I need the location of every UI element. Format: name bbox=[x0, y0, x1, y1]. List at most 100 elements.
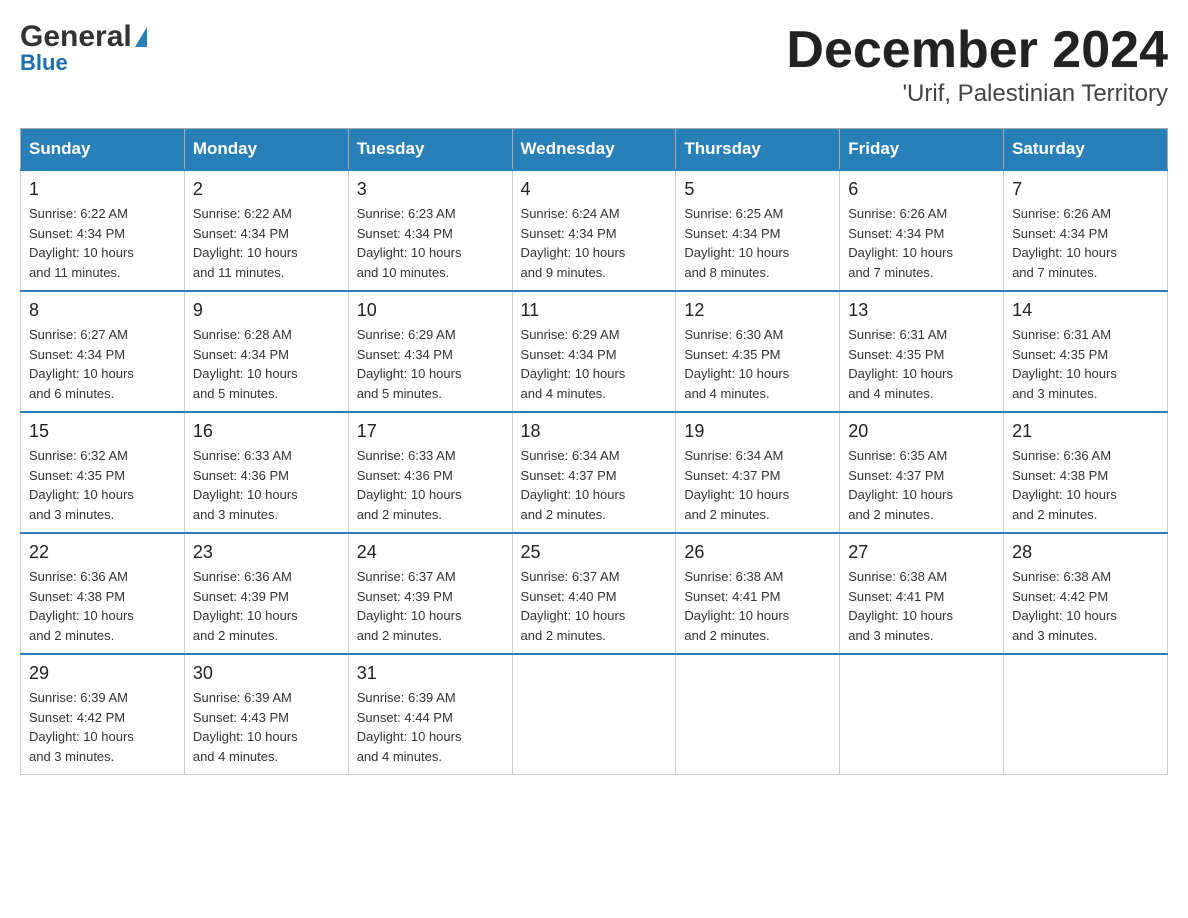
day-info: Sunrise: 6:27 AMSunset: 4:34 PMDaylight:… bbox=[29, 325, 176, 403]
calendar-cell: 24 Sunrise: 6:37 AMSunset: 4:39 PMDayligh… bbox=[348, 533, 512, 654]
calendar-cell: 27 Sunrise: 6:38 AMSunset: 4:41 PMDayligh… bbox=[840, 533, 1004, 654]
calendar-cell: 13 Sunrise: 6:31 AMSunset: 4:35 PMDayligh… bbox=[840, 291, 1004, 412]
day-number: 27 bbox=[848, 542, 995, 563]
day-number: 21 bbox=[1012, 421, 1159, 442]
day-info: Sunrise: 6:25 AMSunset: 4:34 PMDaylight:… bbox=[684, 204, 831, 282]
calendar-cell: 15Sunrise: 6:32 AMSunset: 4:35 PMDayligh… bbox=[21, 412, 185, 533]
week-row-2: 8 Sunrise: 6:27 AMSunset: 4:34 PMDaylight… bbox=[21, 291, 1168, 412]
day-info: Sunrise: 6:33 AMSunset: 4:36 PMDaylight:… bbox=[193, 446, 340, 524]
day-number: 1 bbox=[29, 179, 176, 200]
calendar-cell: 2 Sunrise: 6:22 AMSunset: 4:34 PMDaylight… bbox=[184, 170, 348, 291]
logo-general-text: General bbox=[20, 20, 132, 54]
day-number: 7 bbox=[1012, 179, 1159, 200]
day-number: 20 bbox=[848, 421, 995, 442]
calendar-cell: 31 Sunrise: 6:39 AMSunset: 4:44 PMDayligh… bbox=[348, 654, 512, 775]
calendar-cell: 17 Sunrise: 6:33 AMSunset: 4:36 PMDayligh… bbox=[348, 412, 512, 533]
day-number: 16 bbox=[193, 421, 340, 442]
day-info: Sunrise: 6:34 AMSunset: 4:37 PMDaylight:… bbox=[684, 446, 831, 524]
calendar-cell: 22 Sunrise: 6:36 AMSunset: 4:38 PMDayligh… bbox=[21, 533, 185, 654]
calendar-cell: 9 Sunrise: 6:28 AMSunset: 4:34 PMDaylight… bbox=[184, 291, 348, 412]
day-info: Sunrise: 6:34 AMSunset: 4:37 PMDaylight:… bbox=[521, 446, 668, 524]
day-info: Sunrise: 6:30 AMSunset: 4:35 PMDaylight:… bbox=[684, 325, 831, 403]
weekday-header-sunday: Sunday bbox=[21, 129, 185, 171]
day-info: Sunrise: 6:29 AMSunset: 4:34 PMDaylight:… bbox=[521, 325, 668, 403]
day-info: Sunrise: 6:36 AMSunset: 4:39 PMDaylight:… bbox=[193, 567, 340, 645]
day-number: 18 bbox=[521, 421, 668, 442]
location-title: 'Urif, Palestinian Territory bbox=[786, 80, 1168, 108]
calendar-cell: 6 Sunrise: 6:26 AMSunset: 4:34 PMDaylight… bbox=[840, 170, 1004, 291]
day-info: Sunrise: 6:36 AMSunset: 4:38 PMDaylight:… bbox=[29, 567, 176, 645]
calendar-cell bbox=[840, 654, 1004, 775]
calendar-cell: 4 Sunrise: 6:24 AMSunset: 4:34 PMDaylight… bbox=[512, 170, 676, 291]
day-number: 4 bbox=[521, 179, 668, 200]
day-number: 17 bbox=[357, 421, 504, 442]
day-number: 8 bbox=[29, 300, 176, 321]
day-number: 6 bbox=[848, 179, 995, 200]
day-number: 11 bbox=[521, 300, 668, 321]
day-number: 25 bbox=[521, 542, 668, 563]
weekday-header-wednesday: Wednesday bbox=[512, 129, 676, 171]
calendar-cell: 28 Sunrise: 6:38 AMSunset: 4:42 PMDayligh… bbox=[1004, 533, 1168, 654]
day-number: 22 bbox=[29, 542, 176, 563]
calendar-cell bbox=[512, 654, 676, 775]
day-number: 29 bbox=[29, 663, 176, 684]
calendar-cell: 12Sunrise: 6:30 AMSunset: 4:35 PMDayligh… bbox=[676, 291, 840, 412]
day-number: 28 bbox=[1012, 542, 1159, 563]
day-number: 26 bbox=[684, 542, 831, 563]
logo-arrow-icon bbox=[135, 27, 147, 47]
day-info: Sunrise: 6:37 AMSunset: 4:40 PMDaylight:… bbox=[521, 567, 668, 645]
day-info: Sunrise: 6:22 AMSunset: 4:34 PMDaylight:… bbox=[193, 204, 340, 282]
day-info: Sunrise: 6:29 AMSunset: 4:34 PMDaylight:… bbox=[357, 325, 504, 403]
day-info: Sunrise: 6:28 AMSunset: 4:34 PMDaylight:… bbox=[193, 325, 340, 403]
day-info: Sunrise: 6:23 AMSunset: 4:34 PMDaylight:… bbox=[357, 204, 504, 282]
day-number: 19 bbox=[684, 421, 831, 442]
day-number: 30 bbox=[193, 663, 340, 684]
calendar-cell: 14Sunrise: 6:31 AMSunset: 4:35 PMDayligh… bbox=[1004, 291, 1168, 412]
day-number: 10 bbox=[357, 300, 504, 321]
day-number: 24 bbox=[357, 542, 504, 563]
day-number: 23 bbox=[193, 542, 340, 563]
day-number: 9 bbox=[193, 300, 340, 321]
day-info: Sunrise: 6:39 AMSunset: 4:44 PMDaylight:… bbox=[357, 688, 504, 766]
calendar-cell: 25 Sunrise: 6:37 AMSunset: 4:40 PMDayligh… bbox=[512, 533, 676, 654]
day-info: Sunrise: 6:38 AMSunset: 4:42 PMDaylight:… bbox=[1012, 567, 1159, 645]
logo-blue-text: Blue bbox=[20, 50, 68, 76]
calendar-cell: 23 Sunrise: 6:36 AMSunset: 4:39 PMDayligh… bbox=[184, 533, 348, 654]
calendar-cell: 18 Sunrise: 6:34 AMSunset: 4:37 PMDayligh… bbox=[512, 412, 676, 533]
day-info: Sunrise: 6:22 AMSunset: 4:34 PMDaylight:… bbox=[29, 204, 176, 282]
day-info: Sunrise: 6:38 AMSunset: 4:41 PMDaylight:… bbox=[684, 567, 831, 645]
calendar-cell: 3 Sunrise: 6:23 AMSunset: 4:34 PMDaylight… bbox=[348, 170, 512, 291]
calendar-cell bbox=[1004, 654, 1168, 775]
day-number: 15 bbox=[29, 421, 176, 442]
week-row-5: 29 Sunrise: 6:39 AMSunset: 4:42 PMDayligh… bbox=[21, 654, 1168, 775]
weekday-header-saturday: Saturday bbox=[1004, 129, 1168, 171]
day-number: 2 bbox=[193, 179, 340, 200]
day-number: 5 bbox=[684, 179, 831, 200]
day-number: 13 bbox=[848, 300, 995, 321]
day-info: Sunrise: 6:31 AMSunset: 4:35 PMDaylight:… bbox=[848, 325, 995, 403]
calendar-cell: 7 Sunrise: 6:26 AMSunset: 4:34 PMDaylight… bbox=[1004, 170, 1168, 291]
calendar-cell: 21Sunrise: 6:36 AMSunset: 4:38 PMDayligh… bbox=[1004, 412, 1168, 533]
day-number: 3 bbox=[357, 179, 504, 200]
calendar-cell: 26 Sunrise: 6:38 AMSunset: 4:41 PMDayligh… bbox=[676, 533, 840, 654]
day-info: Sunrise: 6:39 AMSunset: 4:42 PMDaylight:… bbox=[29, 688, 176, 766]
day-info: Sunrise: 6:37 AMSunset: 4:39 PMDaylight:… bbox=[357, 567, 504, 645]
day-info: Sunrise: 6:38 AMSunset: 4:41 PMDaylight:… bbox=[848, 567, 995, 645]
month-title: December 2024 bbox=[786, 20, 1168, 80]
calendar-cell: 11 Sunrise: 6:29 AMSunset: 4:34 PMDayligh… bbox=[512, 291, 676, 412]
week-row-4: 22 Sunrise: 6:36 AMSunset: 4:38 PMDayligh… bbox=[21, 533, 1168, 654]
page-header: General Blue December 2024 'Urif, Palest… bbox=[20, 20, 1168, 108]
week-row-3: 15Sunrise: 6:32 AMSunset: 4:35 PMDayligh… bbox=[21, 412, 1168, 533]
day-info: Sunrise: 6:26 AMSunset: 4:34 PMDaylight:… bbox=[848, 204, 995, 282]
day-info: Sunrise: 6:33 AMSunset: 4:36 PMDaylight:… bbox=[357, 446, 504, 524]
day-number: 31 bbox=[357, 663, 504, 684]
calendar-cell: 19 Sunrise: 6:34 AMSunset: 4:37 PMDayligh… bbox=[676, 412, 840, 533]
calendar-cell: 20Sunrise: 6:35 AMSunset: 4:37 PMDayligh… bbox=[840, 412, 1004, 533]
title-block: December 2024 'Urif, Palestinian Territo… bbox=[786, 20, 1168, 108]
day-info: Sunrise: 6:31 AMSunset: 4:35 PMDaylight:… bbox=[1012, 325, 1159, 403]
day-info: Sunrise: 6:26 AMSunset: 4:34 PMDaylight:… bbox=[1012, 204, 1159, 282]
day-info: Sunrise: 6:24 AMSunset: 4:34 PMDaylight:… bbox=[521, 204, 668, 282]
day-info: Sunrise: 6:39 AMSunset: 4:43 PMDaylight:… bbox=[193, 688, 340, 766]
week-row-1: 1 Sunrise: 6:22 AMSunset: 4:34 PMDaylight… bbox=[21, 170, 1168, 291]
calendar-cell bbox=[676, 654, 840, 775]
